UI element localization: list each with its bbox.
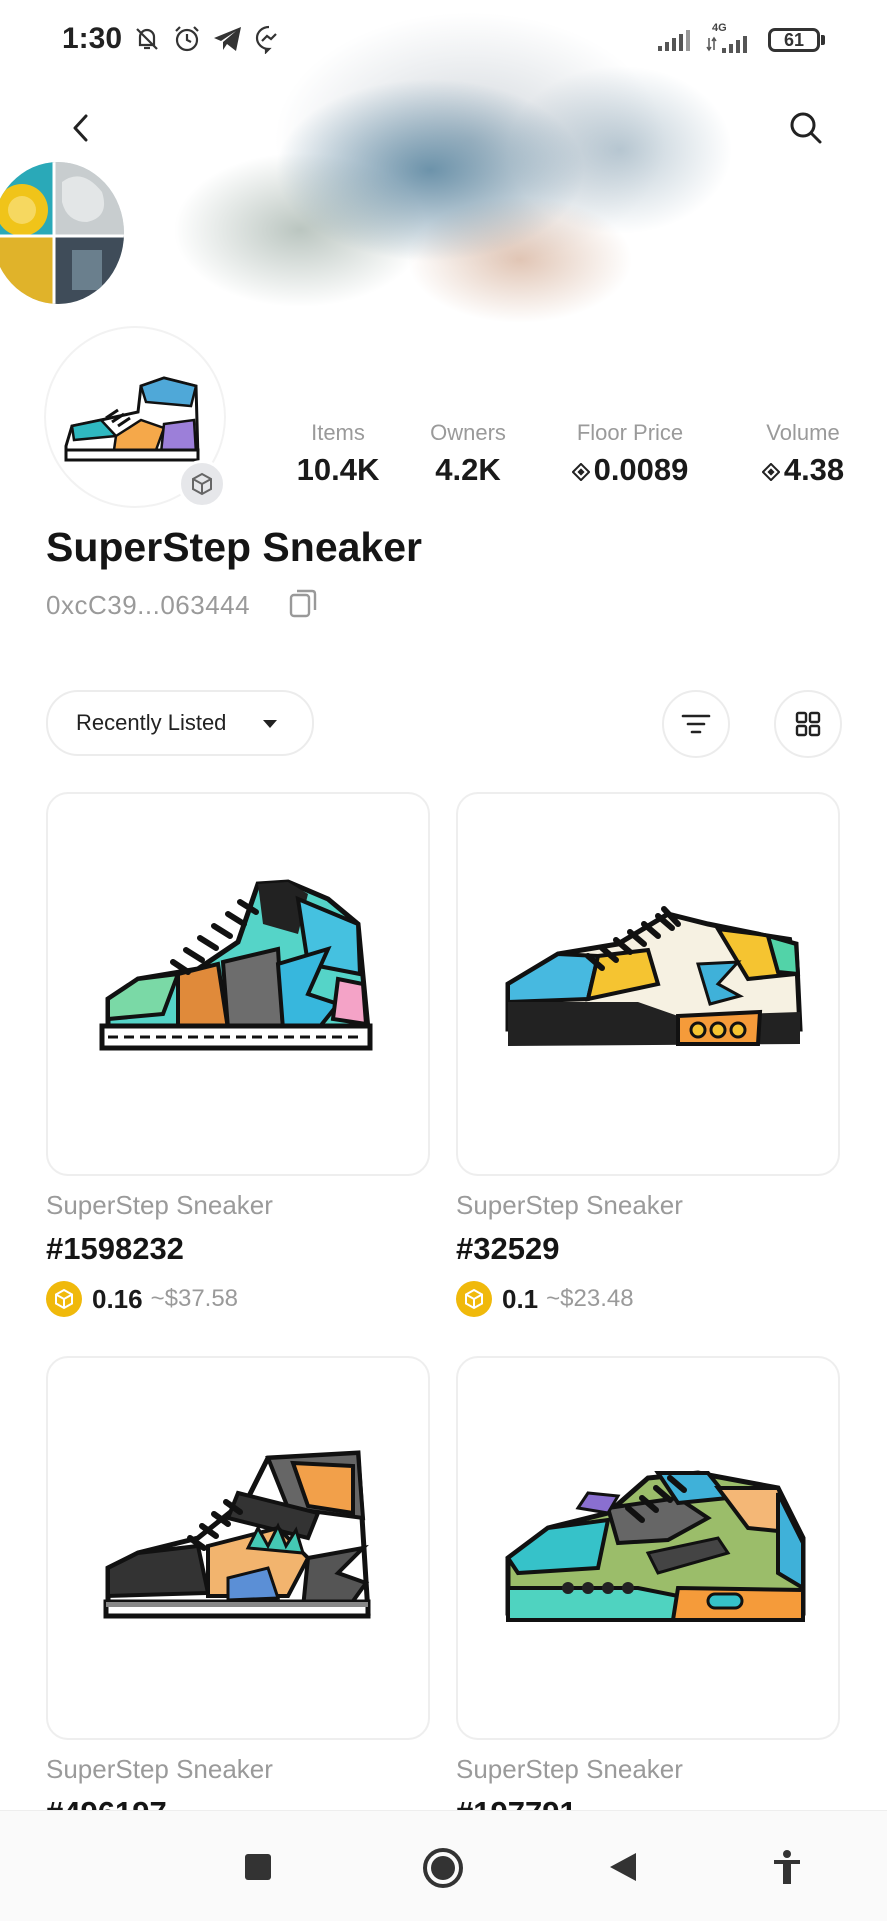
- messenger-icon: [255, 25, 277, 54]
- bnb-icon: [761, 462, 780, 481]
- bnb-coin-icon: [46, 1281, 82, 1317]
- sort-dropdown[interactable]: Recently Listed: [46, 690, 314, 756]
- card-price: 0.1: [502, 1283, 539, 1314]
- nft-card[interactable]: SuperStep Sneaker #32529 0.1 ~$23.48: [456, 792, 840, 1317]
- bell-off-icon: [136, 28, 158, 50]
- nft-card[interactable]: SuperStep Sneaker #197791: [456, 1356, 840, 1831]
- signal-icon: [658, 30, 690, 51]
- floor-price-value: 0.0089: [593, 452, 689, 487]
- recents-square-icon[interactable]: [244, 1853, 272, 1881]
- card-collection-name: SuperStep Sneaker: [456, 1754, 683, 1784]
- stat-label: Floor Price: [576, 420, 684, 445]
- battery-icon: 61: [768, 28, 820, 52]
- search-icon: [790, 112, 822, 144]
- stat-label: Items: [311, 420, 365, 445]
- chevron-left-icon: [73, 114, 88, 142]
- card-collection-name: SuperStep Sneaker: [456, 1190, 683, 1220]
- stat-value: 4.2K: [435, 452, 501, 487]
- sneaker-image: [99, 879, 373, 1051]
- nft-image[interactable]: [456, 1356, 840, 1740]
- stat-owners: Owners 4.2K: [418, 420, 518, 488]
- sneaker-image: [103, 1450, 371, 1619]
- nft-card[interactable]: SuperStep Sneaker #1598232 0.16 ~$37.58: [46, 792, 430, 1317]
- back-button[interactable]: [46, 92, 118, 164]
- stat-value: 10.4K: [296, 452, 380, 487]
- battery-level: 61: [783, 30, 805, 50]
- stat-value-row: 4.38: [748, 452, 858, 488]
- nft-image[interactable]: [456, 792, 840, 1176]
- grid-view-button[interactable]: [774, 690, 842, 758]
- sneaker-image: [505, 906, 803, 1046]
- cube-icon: [55, 1288, 73, 1310]
- nft-image[interactable]: [46, 1356, 430, 1740]
- copy-icon[interactable]: [288, 587, 318, 619]
- bnb-icon: [571, 462, 590, 481]
- cube-icon: [465, 1288, 483, 1310]
- sort-label: Recently Listed: [76, 710, 227, 735]
- signal-4g-icon: [706, 36, 747, 53]
- home-circle-icon[interactable]: [422, 1847, 464, 1889]
- filter-button[interactable]: [662, 690, 730, 758]
- status-bar: 1:30 4G 61: [0, 0, 887, 80]
- card-token-id: #1598232: [46, 1231, 184, 1266]
- stat-volume: Volume 4.38: [748, 420, 858, 488]
- card-price-usd: ~$37.58: [150, 1285, 239, 1312]
- grid-view-icon: [795, 711, 821, 737]
- caret-down-icon: [263, 720, 277, 728]
- status-time: 1:30: [62, 22, 123, 55]
- collection-title: SuperStep Sneaker: [46, 524, 422, 570]
- price-row: 0.16 ~$37.58: [46, 1281, 430, 1317]
- cube-icon: [192, 472, 212, 496]
- stat-value-row: 0.0089: [550, 452, 710, 488]
- battery-tip: [821, 35, 825, 45]
- volume-value: 4.38: [783, 452, 845, 487]
- card-token-id: #32529: [456, 1231, 560, 1266]
- chain-badge: [178, 460, 226, 508]
- nft-card[interactable]: SuperStep Sneaker #496197: [46, 1356, 430, 1831]
- stat-label: Volume: [766, 420, 840, 445]
- telegram-icon: [214, 27, 241, 51]
- sneaker-image: [505, 1470, 806, 1622]
- card-price-usd: ~$23.48: [546, 1285, 634, 1312]
- network-type-label: 4G: [712, 22, 727, 34]
- nft-image[interactable]: [46, 792, 430, 1176]
- stat-floor-price: Floor Price 0.0089: [550, 420, 710, 488]
- alarm-icon: [175, 26, 199, 52]
- contract-address: 0xcC39...063444: [46, 590, 251, 620]
- accessibility-icon[interactable]: [772, 1849, 802, 1885]
- stat-items: Items 10.4K: [288, 420, 388, 488]
- search-button[interactable]: [770, 92, 842, 164]
- stat-label: Owners: [430, 420, 506, 445]
- filter-icon: [681, 714, 711, 734]
- system-nav-bar: [0, 1810, 887, 1921]
- card-price: 0.16: [92, 1283, 143, 1314]
- bnb-coin-icon: [456, 1281, 492, 1317]
- card-collection-name: SuperStep Sneaker: [46, 1190, 273, 1220]
- card-collection-name: SuperStep Sneaker: [46, 1754, 273, 1784]
- back-triangle-icon[interactable]: [608, 1851, 638, 1883]
- price-row: 0.1 ~$23.48: [456, 1281, 840, 1317]
